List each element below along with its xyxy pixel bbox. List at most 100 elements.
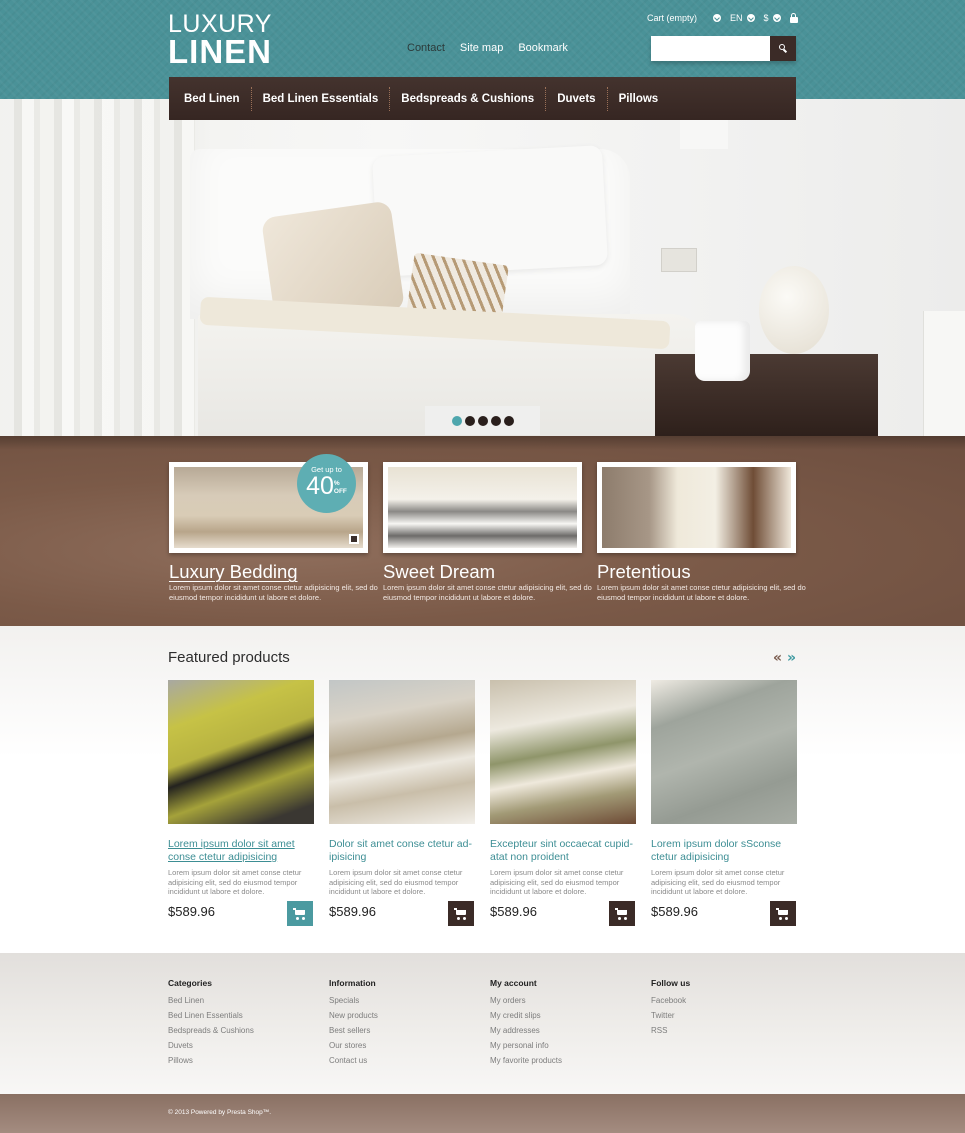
search-input[interactable] <box>651 36 770 61</box>
slide-image-curtain <box>0 99 195 436</box>
cart-label: Cart (empty) <box>647 13 698 23</box>
nav-item-bed-linen-essentials[interactable]: Bed Linen Essentials <box>252 86 391 111</box>
lock-icon[interactable] <box>789 13 798 23</box>
footer: Categories Bed Linen Bed Linen Essential… <box>0 953 965 1094</box>
product-image[interactable] <box>651 680 797 824</box>
slide-image-ornament <box>759 266 829 354</box>
footer-link[interactable]: Bedspreads & Cushions <box>168 1023 254 1038</box>
slider-dot[interactable] <box>464 415 475 426</box>
product-card: Dolor sit amet conse ctetur ad-ipisicing… <box>329 680 475 926</box>
nav-item-bedspreads-cushions[interactable]: Bedspreads & Cushions <box>390 86 547 111</box>
product-description: Lorem ipsum dolor sit amet conse ctetur … <box>329 868 463 896</box>
footer-column-title: Information <box>329 978 376 988</box>
logo[interactable]: LUXURY LINEN <box>168 12 272 69</box>
top-links: Contact Site map Bookmark <box>407 42 568 54</box>
slider-dot[interactable] <box>503 415 514 426</box>
promo-banners: Get up to 40% OFF Luxury Bedding Lorem ip… <box>0 436 965 626</box>
hero-slider[interactable] <box>0 99 965 436</box>
product-image[interactable] <box>329 680 475 824</box>
product-name[interactable]: Dolor sit amet conse ctetur ad-ipisicing <box>329 838 475 864</box>
top-link-sitemap[interactable]: Site map <box>460 42 503 54</box>
currency-selector[interactable]: $ <box>764 13 781 23</box>
product-card: Lorem ipsum dolor sSconse ctetur adipisi… <box>651 680 797 926</box>
nav-item-duvets[interactable]: Duvets <box>546 86 608 111</box>
footer-link[interactable]: My credit slips <box>490 1008 562 1023</box>
badge-value: 40 <box>306 472 334 500</box>
banner-title[interactable]: Sweet Dream <box>383 561 582 582</box>
add-to-cart-button[interactable] <box>609 901 635 926</box>
footer-link-facebook[interactable]: Facebook <box>651 993 690 1008</box>
product-image[interactable] <box>168 680 314 824</box>
top-link-contact[interactable]: Contact <box>407 42 445 54</box>
slider-pager <box>425 406 540 435</box>
footer-link[interactable]: My addresses <box>490 1023 562 1038</box>
banner-title[interactable]: Pretentious <box>597 561 796 582</box>
footer-link-twitter[interactable]: Twitter <box>651 1008 690 1023</box>
slider-dot[interactable] <box>490 415 501 426</box>
banner-text: Lorem ipsum dolor sit amet conse ctetur … <box>169 583 378 603</box>
footer-link[interactable]: My favorite products <box>490 1053 562 1068</box>
footer-column-my-account: My account My orders My credit slips My … <box>490 978 562 1068</box>
footer-link[interactable]: Bed Linen Essentials <box>168 1008 254 1023</box>
cart-icon <box>615 907 629 920</box>
banner-frame <box>383 462 582 553</box>
banner-title[interactable]: Luxury Bedding <box>169 561 368 582</box>
footer-column-title: Categories <box>168 978 212 988</box>
copyright-text: © 2013 Powered by Presta Shop™. <box>168 1109 272 1116</box>
search-icon <box>778 44 788 53</box>
footer-link[interactable]: My personal info <box>490 1038 562 1053</box>
footer-link[interactable]: Our stores <box>329 1038 378 1053</box>
discount-badge: Get up to 40% OFF <box>297 454 356 513</box>
image-icon <box>349 534 359 544</box>
footer-link[interactable]: Best sellers <box>329 1023 378 1038</box>
banner-text: Lorem ipsum dolor sit amet conse ctetur … <box>597 583 806 603</box>
product-description: Lorem ipsum dolor sit amet conse ctetur … <box>168 868 302 896</box>
product-price: $589.96 <box>490 904 537 919</box>
chevron-down-icon <box>772 14 781 22</box>
top-link-bookmark[interactable]: Bookmark <box>518 42 568 54</box>
chevron-left-icon[interactable]: « <box>773 651 782 665</box>
footer-link[interactable]: Bed Linen <box>168 993 254 1008</box>
footer-link[interactable]: Specials <box>329 993 378 1008</box>
footer-link[interactable]: Duvets <box>168 1038 254 1053</box>
product-name[interactable]: Lorem ipsum dolor sSconse ctetur adipisi… <box>651 838 797 864</box>
cart-icon <box>454 907 468 920</box>
product-card: Excepteur sint occaecat cupid-atat non p… <box>490 680 636 926</box>
user-bar: Cart (empty) EN $ <box>647 13 798 23</box>
chevron-down-icon <box>746 14 755 22</box>
product-price: $589.96 <box>329 904 376 919</box>
cart-icon <box>776 907 790 920</box>
language-selector[interactable]: EN <box>730 13 755 23</box>
nav-item-bed-linen[interactable]: Bed Linen <box>184 86 252 111</box>
copyright-bar: © 2013 Powered by Presta Shop™. <box>0 1094 965 1133</box>
banner-text: Lorem ipsum dolor sit amet conse ctetur … <box>383 583 592 603</box>
add-to-cart-button[interactable] <box>448 901 474 926</box>
add-to-cart-button[interactable] <box>770 901 796 926</box>
banner-luxury-bedding[interactable]: Get up to 40% OFF Luxury Bedding Lorem ip… <box>169 454 378 603</box>
cart-dropdown[interactable]: Cart (empty) <box>647 13 722 23</box>
add-to-cart-button[interactable] <box>287 901 313 926</box>
chevron-right-icon[interactable]: » <box>787 651 796 665</box>
slide-image-switch <box>661 248 697 272</box>
nav-item-pillows[interactable]: Pillows <box>608 87 670 111</box>
banner-frame <box>597 462 796 553</box>
product-name[interactable]: Excepteur sint occaecat cupid-atat non p… <box>490 838 636 864</box>
slide-image-shelf <box>923 311 965 436</box>
product-name[interactable]: Lorem ipsum dolor sit amet conse ctetur … <box>168 838 314 864</box>
footer-column-title: Follow us <box>651 978 691 988</box>
product-image[interactable] <box>490 680 636 824</box>
search-button[interactable] <box>770 36 796 61</box>
product-description: Lorem ipsum dolor sit amet conse ctetur … <box>490 868 624 896</box>
footer-link-rss[interactable]: RSS <box>651 1023 690 1038</box>
footer-column-follow-us: Follow us Facebook Twitter RSS <box>651 978 690 1038</box>
footer-link[interactable]: New products <box>329 1008 378 1023</box>
slider-dot[interactable] <box>477 415 488 426</box>
banner-pretentious[interactable]: Pretentious Lorem ipsum dolor sit amet c… <box>597 462 806 603</box>
footer-link[interactable]: Contact us <box>329 1053 378 1068</box>
main-nav: Bed Linen Bed Linen Essentials Bedspread… <box>169 77 796 120</box>
chevron-down-icon <box>713 14 722 22</box>
banner-sweet-dream[interactable]: Sweet Dream Lorem ipsum dolor sit amet c… <box>383 462 592 603</box>
slider-dot[interactable] <box>451 415 462 426</box>
footer-link[interactable]: My orders <box>490 993 562 1008</box>
footer-link[interactable]: Pillows <box>168 1053 254 1068</box>
